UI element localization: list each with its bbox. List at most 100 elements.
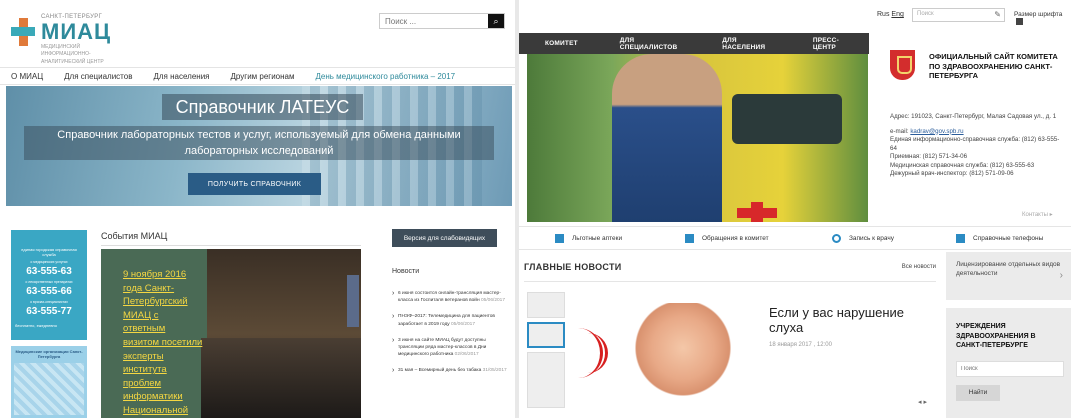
banner-phone-3: 63-555-77 <box>26 306 72 318</box>
all-news-link[interactable]: Все новости <box>902 264 936 270</box>
banner-phone-2: 63-555-66 <box>26 286 72 298</box>
events-title: События МИАЦ <box>101 231 168 241</box>
info-line: Медицинская справочная служба: (812) 63-… <box>890 161 1035 169</box>
pharmacy-icon <box>555 234 564 243</box>
news-thumbnail[interactable] <box>527 352 565 408</box>
mail-icon <box>685 234 694 243</box>
clock-icon <box>832 234 841 243</box>
med-orgs-title: Медицинские организации Санкт-Петербурга <box>15 349 83 359</box>
info-line: Приемная: (812) 571-34-06 <box>890 153 968 160</box>
banner-text-2: о медицинских услугах <box>30 260 68 265</box>
nav-specialists[interactable]: ДЛЯ СПЕЦИАЛИСТОВ <box>594 37 697 51</box>
committee-nav: КОМИТЕТ ДЛЯ СПЕЦИАЛИСТОВ ДЛЯ НАСЕЛЕНИЯ П… <box>519 33 869 54</box>
logo-sub-1: МЕДИЦИНСКИЙ <box>41 44 81 50</box>
lang-en[interactable]: Eng <box>891 11 903 18</box>
news-date: 31/05/2017 <box>482 368 507 374</box>
quick-phones[interactable]: Справочные телефоны <box>956 234 1043 243</box>
miac-search: ⌕ <box>379 13 505 29</box>
news-date: 05/06/2017 <box>480 298 505 304</box>
news-thumbnails <box>527 292 565 412</box>
banner-text-1: единая городская справочная служба <box>21 247 77 258</box>
institutions-title: УЧРЕЖДЕНИЯ ЗДРАВООХРАНЕНИЯ В САНКТ-ПЕТЕР… <box>956 323 1036 349</box>
lang-ru[interactable]: Rus <box>877 11 889 18</box>
med-orgs-banner[interactable]: Медицинские организации Санкт-Петербурга <box>11 346 87 418</box>
news-title: Новости <box>392 268 420 275</box>
org-title: ОФИЦИАЛЬНЫЙ САЙТ КОМИТЕТА ПО ЗДРАВООХРАН… <box>929 52 1058 80</box>
news-item[interactable]: 6 июня состоится онлайн-трансляция масте… <box>392 289 510 304</box>
main-news-header: ГЛАВНЫЕ НОВОСТИ Все новости <box>524 262 936 278</box>
map-image <box>14 363 84 415</box>
nav-committee[interactable]: КОМИТЕТ <box>519 40 594 47</box>
chevron-right-icon: › <box>1059 270 1063 281</box>
info-line: Дежурный врач-инспектор: (812) 571-09-06 <box>890 170 1014 177</box>
nav-specialists[interactable]: Для специалистов <box>64 72 132 81</box>
font-size-control[interactable]: Размер шрифта <box>1014 11 1071 25</box>
nav-about[interactable]: О МИАЦ <box>11 72 43 81</box>
page: САНКТ-ПЕТЕРБУРГ МИАЦ МЕДИЦИНСКИЙ ИНФОРМА… <box>0 0 1071 418</box>
banner-footer: бесплатно, ежедневно <box>15 323 57 329</box>
red-cross-icon <box>737 202 777 222</box>
nav-press[interactable]: ПРЕСС-ЦЕНТР <box>787 37 869 51</box>
banner-text-3: о лекарственных препаратах <box>25 280 73 285</box>
help-service-banner[interactable]: единая городская справочная служба о мед… <box>11 230 87 340</box>
featured-news-title[interactable]: Если у вас нарушение слуха <box>769 305 935 335</box>
miac-nav: О МИАЦ Для специалистов Для населения Др… <box>0 67 515 85</box>
nav-medic-day[interactable]: День медицинского работника – 2017 <box>316 72 456 81</box>
address: Адрес: 191023, Санкт-Петербург, Малая Са… <box>890 113 1057 120</box>
committee-search-input[interactable]: Поиск ✎ <box>912 8 1005 22</box>
quick-links: Льготные аптеки Обращения в комитет Запи… <box>519 226 1071 250</box>
news-thumbnail[interactable] <box>527 292 565 318</box>
news-date: 02/06/2017 <box>454 352 479 358</box>
info-line: Единая информационно-справочная служба: … <box>890 136 1060 152</box>
hero-title: Справочник ЛАТЕУС <box>162 94 363 120</box>
news-item[interactable]: 31 мая – Всемирный день без табака 31/05… <box>392 366 510 377</box>
events-slide[interactable]: 9 ноября 2016 года Санкт-Петербургский М… <box>101 249 361 418</box>
hero-description: Справочник лабораторных тестов и услуг, … <box>24 126 494 160</box>
find-button[interactable]: Найти <box>956 384 1000 401</box>
news-list: 6 июня состоится онлайн-трансляция масте… <box>392 289 510 384</box>
news-date: 05/06/2017 <box>451 321 476 327</box>
institutions-search: УЧРЕЖДЕНИЯ ЗДРАВООХРАНЕНИЯ В САНКТ-ПЕТЕР… <box>946 308 1071 418</box>
miac-search-input[interactable] <box>380 14 488 28</box>
banner-text-4: о врачах-специалистах <box>30 300 68 305</box>
top-bar: Rus Eng Поиск ✎ Размер шрифта <box>519 0 1071 33</box>
news-item[interactable]: 3 июня на сайте МИАЦ будут доступны тран… <box>392 336 510 359</box>
news-thumbnail[interactable] <box>527 322 565 348</box>
cross-logo-icon <box>11 18 35 46</box>
committee-site: Rus Eng Поиск ✎ Размер шрифта КОМИТЕТ ДЛЯ… <box>519 0 1071 418</box>
accessibility-button[interactable]: Версия для слабовидящих <box>392 229 497 247</box>
search-icon[interactable]: ✎ <box>994 10 1001 19</box>
search-icon[interactable]: ⌕ <box>488 14 504 28</box>
logo-sub-2: ИНФОРМАЦИОННО- <box>41 51 91 58</box>
logo-sub-3: АНАЛИТИЧЕСКИЙ ЦЕНТР <box>41 58 104 65</box>
font-size-icon[interactable] <box>1016 18 1023 25</box>
email-link[interactable]: kadrav@gov.spb.ru <box>910 128 963 135</box>
miac-logo[interactable]: САНКТ-ПЕТЕРБУРГ МИАЦ МЕДИЦИНСКИЙ ИНФОРМА… <box>11 14 111 65</box>
language-switch: Rus Eng <box>877 11 904 18</box>
banner-phone-1: 63-555-63 <box>26 266 72 278</box>
logo-name: МИАЦ <box>41 19 112 44</box>
quick-appeals[interactable]: Обращения в комитет <box>685 234 769 243</box>
licensing-link[interactable]: Лицензирование отдельных видов деятельно… <box>946 252 1071 300</box>
paramedic-photo <box>527 54 868 222</box>
news-item[interactable]: ПНЭФ–2017: Телемедицина для пациентов за… <box>392 312 510 327</box>
featured-news[interactable]: Если у вас нарушение слуха 18 января 201… <box>757 293 935 418</box>
nav-regions[interactable]: Другим регионам <box>231 72 295 81</box>
news-text[interactable]: 31 мая – Всемирный день без табака <box>398 368 481 373</box>
get-directory-button[interactable]: ПОЛУЧИТЬ СПРАВОЧНИК <box>188 173 321 195</box>
quick-appointment[interactable]: Запись к врачу <box>832 234 894 243</box>
contacts-link[interactable]: Контакты ▸ <box>1022 211 1053 218</box>
main-news-title: ГЛАВНЫЕ НОВОСТИ <box>524 262 622 272</box>
hero-banner: Справочник ЛАТЕУС Справочник лабораторны… <box>6 86 512 206</box>
institutions-search-input[interactable] <box>956 360 1064 377</box>
coat-of-arms-icon <box>890 50 915 80</box>
slider-arrows-icon[interactable]: ◂ ▸ <box>918 398 927 406</box>
events-slide-text[interactable]: 9 ноября 2016 года Санкт-Петербургский М… <box>123 268 203 418</box>
ear-illustration <box>573 293 753 418</box>
featured-news-date: 18 января 2017 , 12:00 <box>769 342 832 348</box>
meeting-photo <box>201 338 361 418</box>
quick-pharmacies[interactable]: Льготные аптеки <box>555 234 622 243</box>
nav-population[interactable]: Для населения <box>153 72 209 81</box>
nav-population[interactable]: ДЛЯ НАСЕЛЕНИЯ <box>696 37 787 51</box>
news-text[interactable]: ПНЭФ–2017: Телемедицина для пациентов за… <box>398 314 495 326</box>
